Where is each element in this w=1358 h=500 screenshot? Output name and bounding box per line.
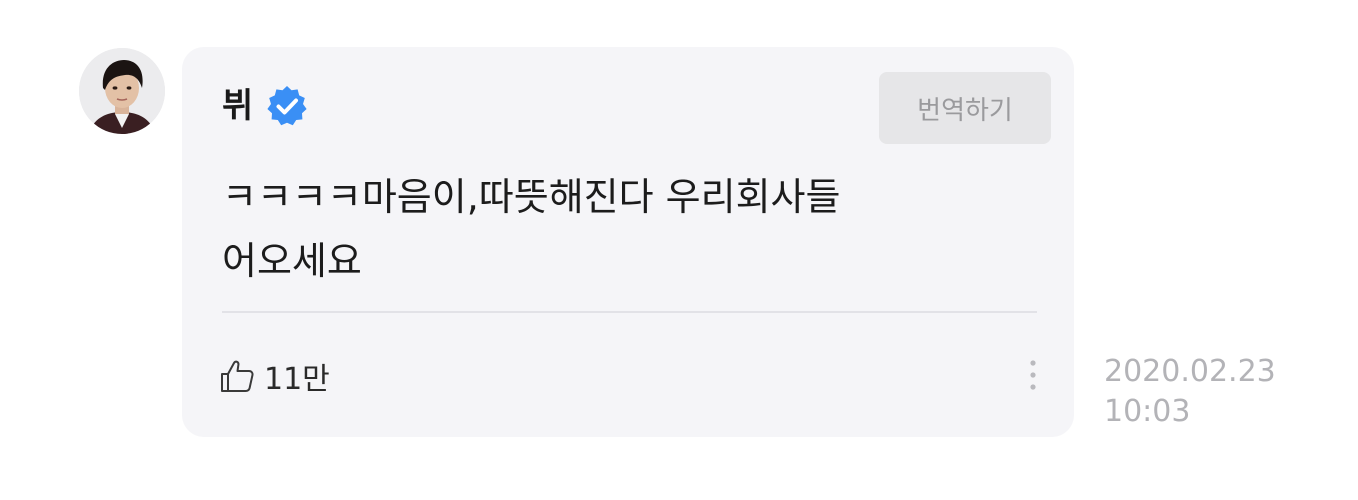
timestamp: 2020.02.23 10:03 bbox=[1104, 352, 1276, 432]
comment-message: ㅋㅋㅋㅋ마음이,따뜻해진다 우리회사들 어오세요 bbox=[222, 175, 841, 283]
author-row: 뷔 bbox=[222, 81, 309, 131]
comment-card: 뷔 번역하기 ㅋㅋㅋㅋ마음이,따뜻해진다 우리회사들 어오세요 11만 bbox=[182, 47, 1074, 437]
avatar-image bbox=[79, 48, 165, 134]
comment-thread: 뷔 번역하기 ㅋㅋㅋㅋ마음이,따뜻해진다 우리회사들 어오세요 11만 2020… bbox=[0, 0, 1358, 500]
author-name[interactable]: 뷔 bbox=[222, 89, 253, 123]
timestamp-time: 10:03 bbox=[1104, 394, 1191, 429]
translate-button[interactable]: 번역하기 bbox=[879, 72, 1051, 144]
divider bbox=[222, 311, 1037, 313]
avatar[interactable] bbox=[79, 48, 165, 134]
like-count: 11만 bbox=[264, 362, 330, 397]
more-vertical-icon[interactable] bbox=[1018, 353, 1048, 397]
like-button[interactable]: 11만 bbox=[218, 354, 330, 398]
timestamp-date: 2020.02.23 bbox=[1104, 354, 1276, 389]
thumbs-up-icon bbox=[218, 357, 256, 395]
verified-badge-icon bbox=[265, 84, 309, 128]
